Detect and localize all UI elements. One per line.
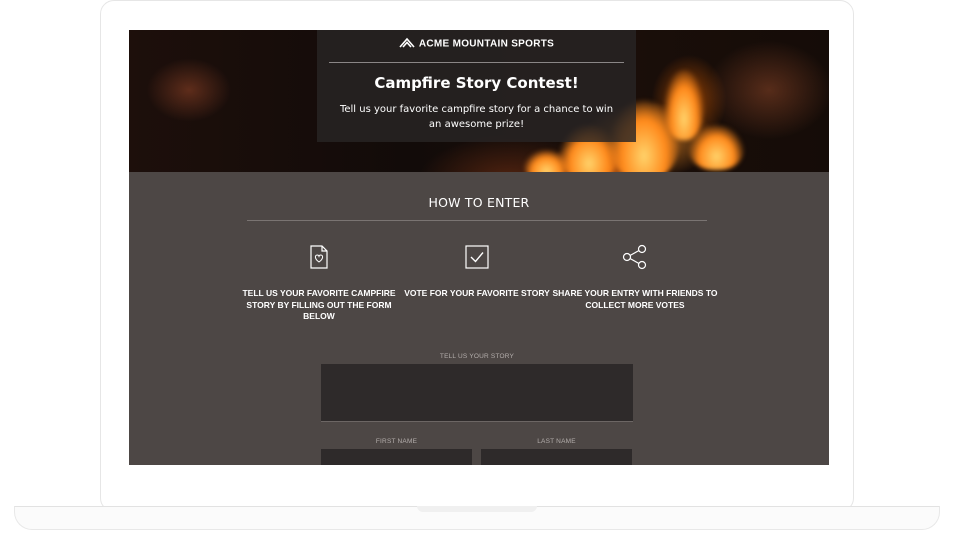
- page-title: Campfire Story Contest!: [374, 74, 579, 92]
- mountain-logo-icon: [399, 37, 415, 51]
- brand-logo[interactable]: ACME MOUNTAIN SPORTS: [317, 37, 636, 51]
- laptop-notch: [417, 506, 537, 512]
- first-name-input[interactable]: [321, 449, 472, 465]
- hero-banner: ACME MOUNTAIN SPORTS Campfire Story Cont…: [129, 30, 829, 172]
- step-vote: VOTE FOR YOUR FAVORITE STORY: [392, 244, 562, 300]
- page-subtitle: Tell us your favorite campfire story for…: [339, 104, 614, 130]
- step-text: VOTE FOR YOUR FAVORITE STORY: [404, 288, 550, 298]
- brand-name: ACME MOUNTAIN SPORTS: [418, 38, 555, 50]
- story-textarea[interactable]: [321, 364, 633, 422]
- flame-decoration: [524, 150, 569, 172]
- last-name-label: LAST NAME: [537, 438, 576, 445]
- checkbox-icon: [392, 244, 562, 270]
- how-to-enter-heading: HOW TO ENTER: [428, 195, 530, 210]
- hero-divider: [329, 62, 624, 63]
- last-name-input[interactable]: [481, 449, 632, 465]
- step-text: TELL US YOUR FAVORITE CAMPFIRE STORY BY …: [242, 288, 396, 321]
- laptop-base: [14, 506, 940, 530]
- hero-overlay-box: ACME MOUNTAIN SPORTS Campfire Story Cont…: [317, 30, 636, 142]
- document-heart-icon: [234, 244, 404, 270]
- step-write-story: TELL US YOUR FAVORITE CAMPFIRE STORY BY …: [234, 244, 404, 323]
- browser-screen: ACME MOUNTAIN SPORTS Campfire Story Cont…: [129, 30, 829, 465]
- how-to-enter-divider: [247, 220, 707, 221]
- share-icon: [550, 244, 720, 270]
- step-text: SHARE YOUR ENTRY WITH FRIENDS TO COLLECT…: [552, 288, 718, 310]
- step-share: SHARE YOUR ENTRY WITH FRIENDS TO COLLECT…: [550, 244, 720, 311]
- flame-decoration: [689, 125, 744, 170]
- first-name-label: FIRST NAME: [375, 438, 418, 445]
- story-label: TELL US YOUR STORY: [439, 353, 515, 360]
